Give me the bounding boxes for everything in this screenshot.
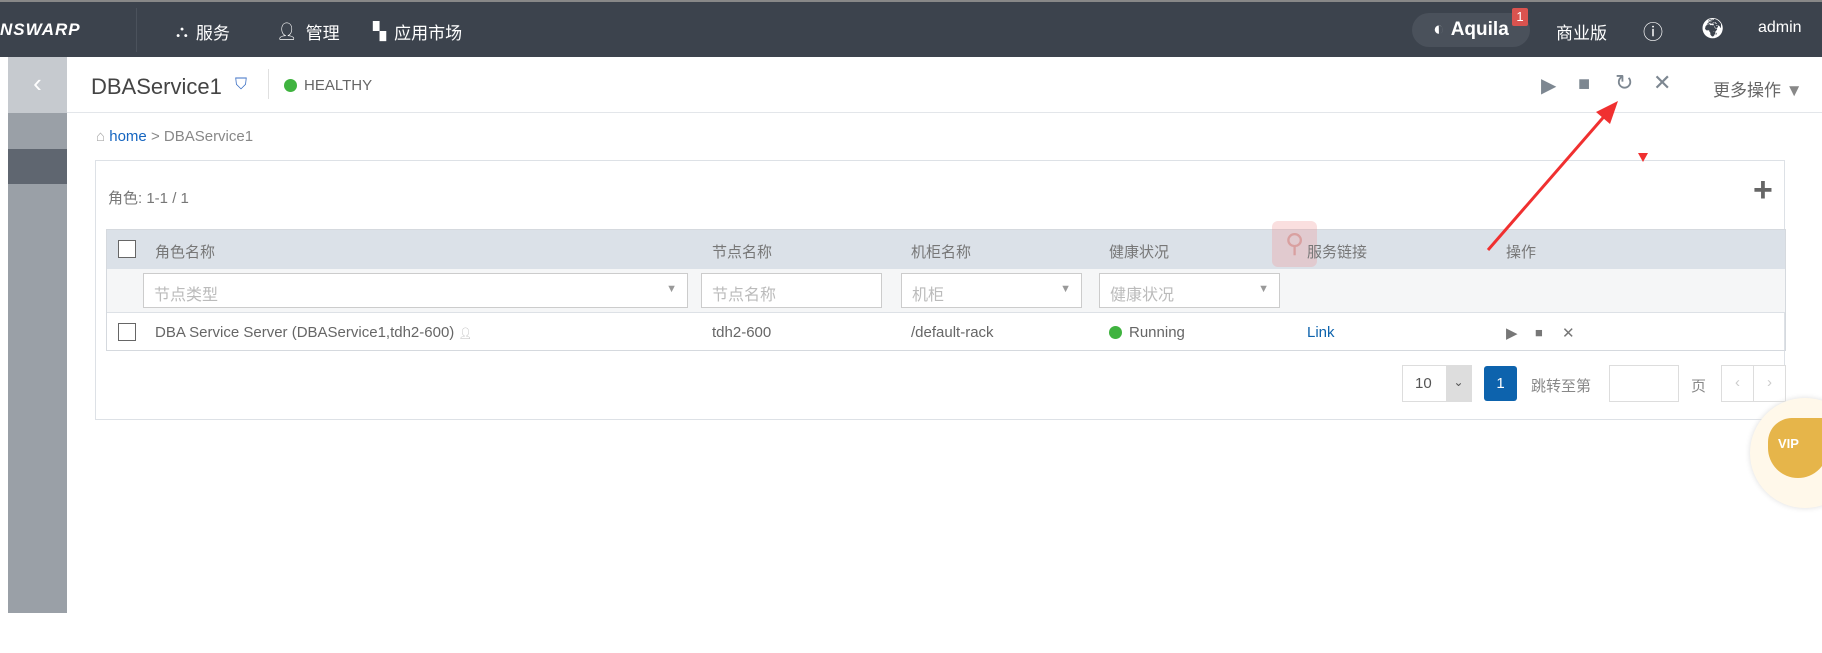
annotation-arrow	[1486, 101, 1648, 251]
